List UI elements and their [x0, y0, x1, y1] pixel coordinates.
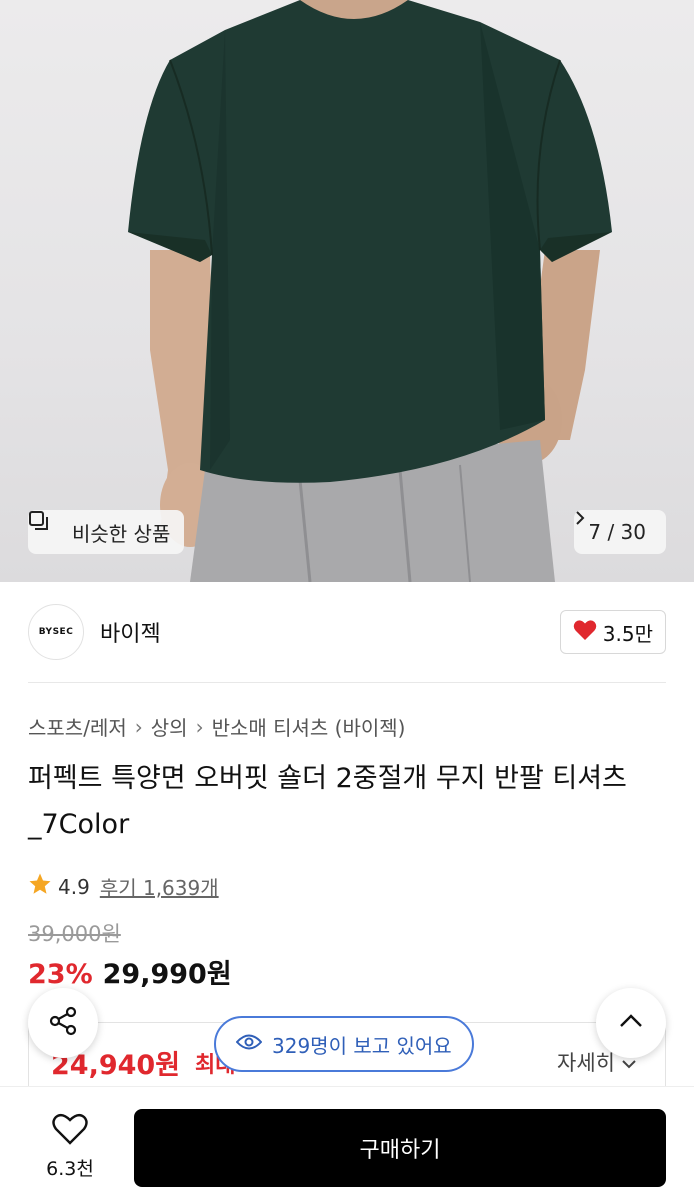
- similar-items-button[interactable]: 비슷한 상품: [28, 510, 185, 554]
- brand-name[interactable]: 바이젝: [100, 616, 161, 648]
- similar-items-icon: [29, 511, 64, 543]
- product-title: 퍼펙트 특양면 오버핏 숄더 2중절개 무지 반팔 티셔츠_7Color: [28, 763, 627, 840]
- brand-like-count: 3.5만: [602, 621, 653, 646]
- rating-value: 4.9: [58, 874, 90, 899]
- scroll-top-button[interactable]: [596, 988, 666, 1058]
- heart-filled-icon: [573, 619, 597, 646]
- divider: [28, 682, 666, 683]
- wishlist-count: 6.3천: [46, 1158, 94, 1180]
- chevron-right-icon: ›: [195, 714, 204, 739]
- sale-price: 29,990원: [102, 959, 232, 990]
- chevron-right-icon: ›: [134, 714, 143, 739]
- product-image-carousel[interactable]: 비슷한 상품 7 / 30: [0, 0, 694, 582]
- discount-rate: 23%: [28, 959, 93, 990]
- buy-button[interactable]: 구매하기: [134, 1109, 666, 1187]
- similar-items-label: 비슷한 상품: [72, 521, 171, 546]
- brand-logo[interactable]: BYSEC: [28, 604, 84, 660]
- chevron-up-icon: [618, 1013, 644, 1033]
- benefit-details-label: 자세히: [557, 1051, 615, 1075]
- breadcrumb-item[interactable]: 반소매 티셔츠 (바이젝): [212, 712, 406, 741]
- share-icon: [47, 1005, 79, 1041]
- brand-row: BYSEC 바이젝 3.5만: [28, 604, 666, 660]
- heart-outline-icon: [52, 1113, 88, 1150]
- eye-icon: [235, 1032, 263, 1056]
- bottom-action-bar: 6.3천 구매하기: [0, 1086, 694, 1200]
- wishlist-button[interactable]: 6.3천: [30, 1113, 110, 1181]
- breadcrumb: 스포츠/레저 › 상의 › 반소매 티셔츠 (바이젝): [28, 712, 405, 741]
- image-counter-text: 7 / 30: [588, 520, 646, 544]
- star-icon: [28, 872, 52, 901]
- breadcrumb-item[interactable]: 상의: [151, 712, 188, 741]
- brand-logo-text: BYSEC: [38, 627, 74, 637]
- image-counter[interactable]: 7 / 30: [574, 510, 666, 554]
- original-price: 39,000원: [28, 922, 121, 946]
- review-count-link[interactable]: 후기 1,639개: [100, 872, 219, 901]
- viewers-text: 329명이 보고 있어요: [272, 1033, 452, 1058]
- brand-like-button[interactable]: 3.5만: [559, 610, 666, 654]
- share-button[interactable]: [28, 988, 98, 1058]
- breadcrumb-item[interactable]: 스포츠/레저: [28, 712, 127, 741]
- viewers-badge: 329명이 보고 있어요: [214, 1016, 474, 1072]
- rating-row: 4.9 후기 1,639개: [28, 872, 219, 901]
- price-row: 23% 29,990원: [28, 952, 232, 991]
- product-photo: [128, 0, 612, 582]
